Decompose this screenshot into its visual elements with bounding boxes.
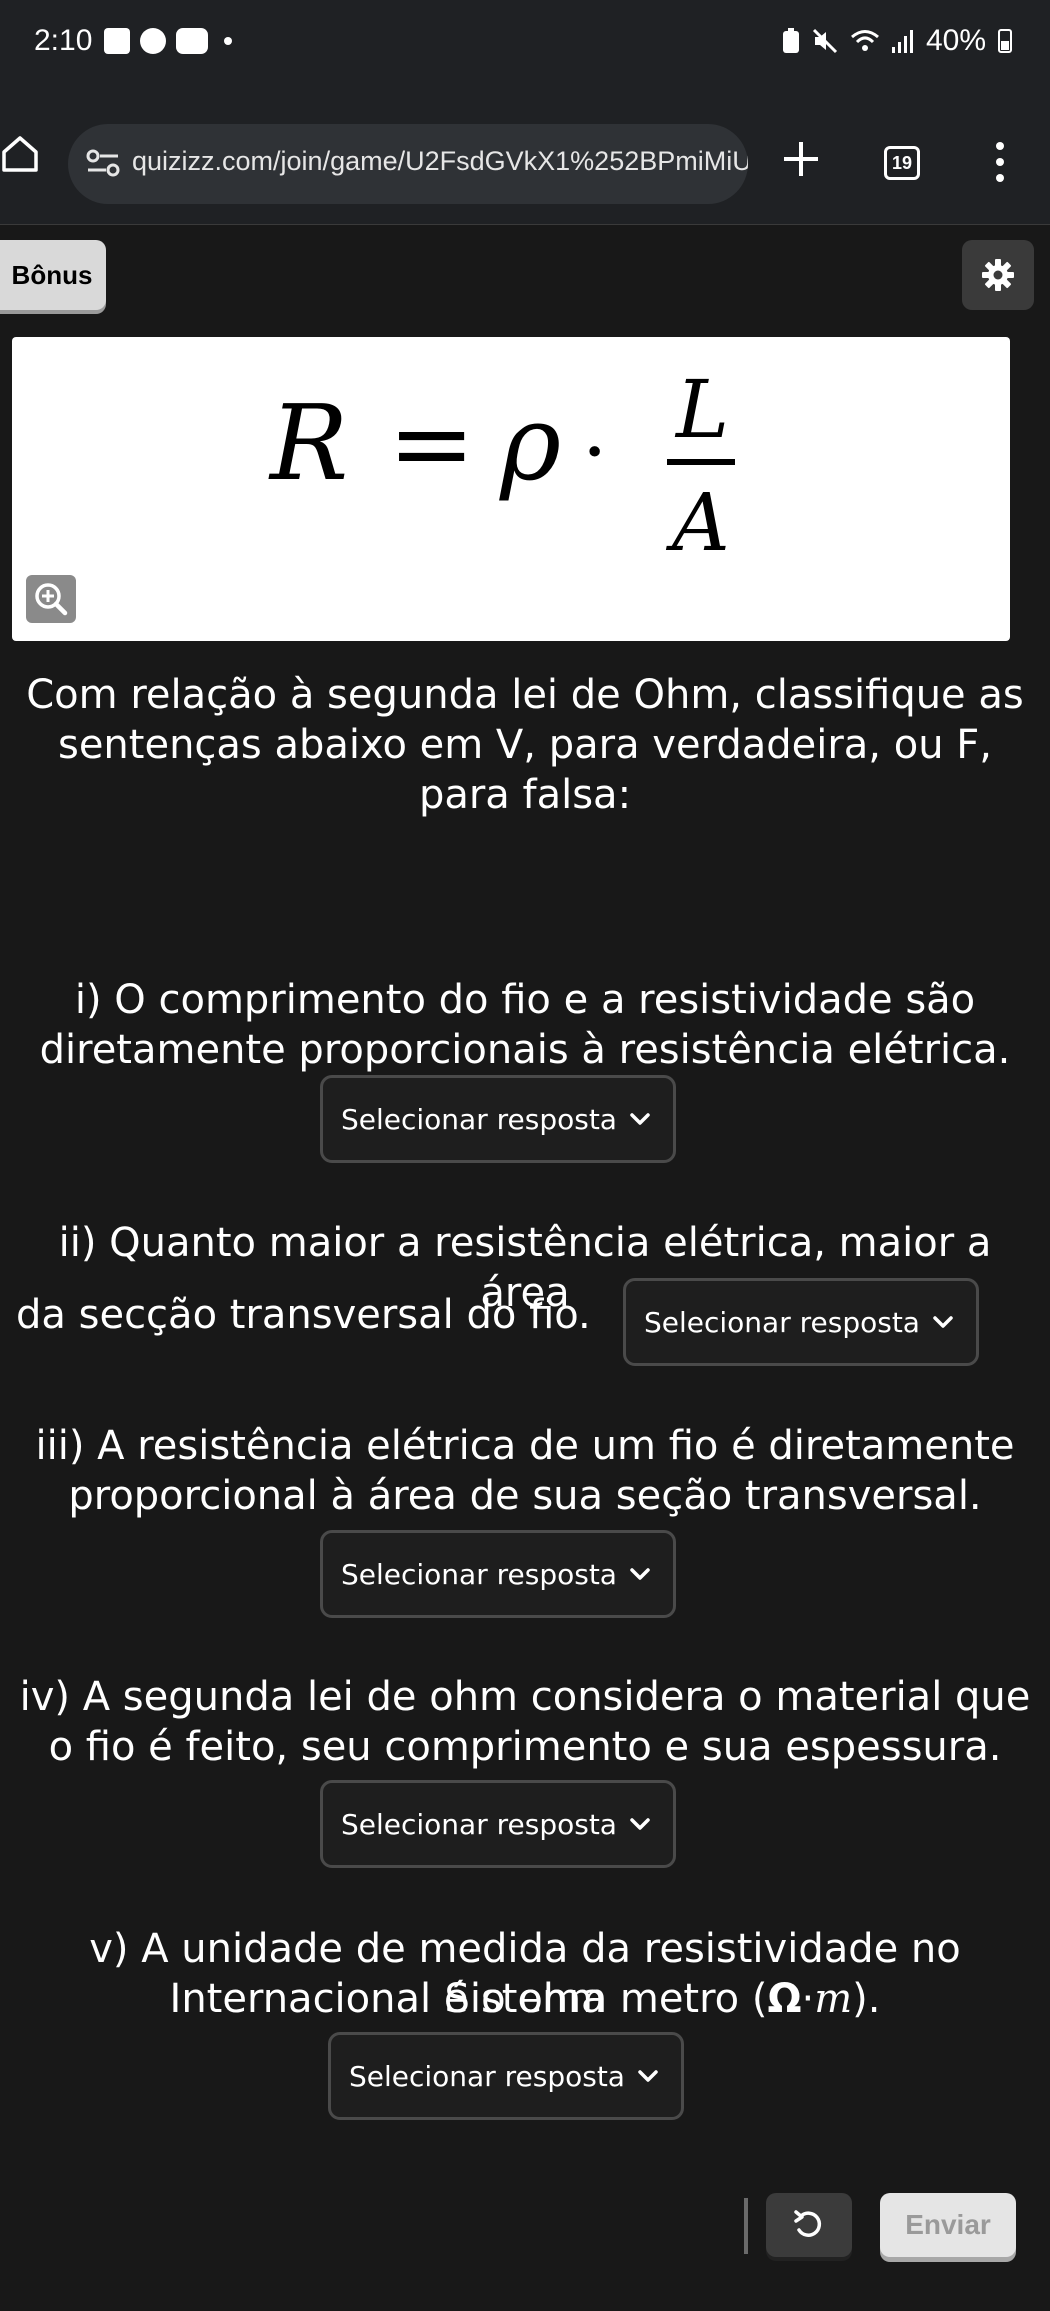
battery-saver-icon bbox=[782, 28, 799, 53]
question-text: Com relação à segunda lei de Ohm, classi… bbox=[26, 672, 1024, 818]
unit-omega: Ω bbox=[767, 1976, 802, 2022]
formula-denominator: A bbox=[665, 476, 730, 569]
select-label: Selecionar resposta bbox=[341, 1557, 617, 1591]
formula-dot: · bbox=[582, 405, 607, 498]
formula-rho: ρ bbox=[499, 382, 561, 504]
statement-v-suffix: ). bbox=[852, 1976, 881, 2022]
answer-select-iv[interactable]: Selecionar resposta bbox=[320, 1780, 676, 1868]
battery-percent: 40% bbox=[925, 24, 986, 57]
select-label: Selecionar resposta bbox=[349, 2059, 625, 2093]
status-time: 2:10 bbox=[34, 24, 93, 57]
browser-toolbar: quizizz.com/join/game/U2FsdGVkX1%252BPmi… bbox=[0, 90, 1050, 225]
signal-icon bbox=[891, 30, 913, 53]
unit-m: m bbox=[814, 1976, 853, 2022]
battery-icon bbox=[998, 29, 1012, 53]
browser-menu-icon[interactable] bbox=[994, 142, 1006, 182]
site-settings-icon[interactable] bbox=[86, 148, 120, 178]
reset-button[interactable] bbox=[766, 2193, 852, 2257]
formula-equals: = bbox=[388, 382, 475, 504]
youtube-icon bbox=[176, 28, 208, 54]
settings-button[interactable] bbox=[962, 240, 1034, 310]
statement-i: i) O comprimento do fio e a resistividad… bbox=[39, 977, 1011, 1073]
action-divider bbox=[744, 2198, 748, 2254]
status-notification-icons bbox=[104, 28, 232, 54]
statement-iv: iv) A segunda lei de ohm considera o mat… bbox=[19, 1674, 1031, 1770]
formula-r: R bbox=[268, 382, 348, 504]
zoom-in-icon bbox=[35, 583, 68, 616]
home-icon[interactable] bbox=[0, 134, 40, 174]
chevron-down-icon bbox=[638, 2070, 658, 2082]
tab-switcher-button[interactable]: 19 bbox=[884, 146, 920, 180]
answer-select-i[interactable]: Selecionar resposta bbox=[320, 1075, 676, 1163]
chevron-down-icon bbox=[630, 1818, 650, 1830]
statement-ii-line2: da secção transversal do fio. bbox=[16, 1292, 591, 1338]
statement-v-line2: Internacional é o ohm metro (Ω·m). bbox=[10, 1974, 1040, 2024]
unit-dot: · bbox=[801, 1976, 815, 2022]
select-label: Selecionar resposta bbox=[644, 1305, 920, 1339]
bonus-button[interactable]: Bônus bbox=[0, 240, 106, 310]
new-tab-icon[interactable] bbox=[780, 138, 822, 180]
wifi-icon bbox=[850, 30, 879, 51]
statement-iii: iii) A resistência elétrica de um fio é … bbox=[35, 1423, 1015, 1519]
dot-icon bbox=[224, 37, 232, 45]
answer-select-v[interactable]: Selecionar resposta bbox=[328, 2032, 684, 2120]
formula-numerator: L bbox=[674, 363, 729, 456]
answer-select-iii[interactable]: Selecionar resposta bbox=[320, 1530, 676, 1618]
formula-image: R = ρ · L A bbox=[12, 337, 1010, 641]
address-bar[interactable]: quizizz.com/join/game/U2FsdGVkX1%252BPmi… bbox=[68, 124, 748, 204]
status-bar: 2:10 40% bbox=[0, 0, 1050, 90]
undo-icon bbox=[794, 2210, 822, 2237]
submit-button[interactable]: Enviar bbox=[880, 2193, 1016, 2257]
zoom-image-button[interactable] bbox=[26, 575, 76, 623]
chevron-down-icon bbox=[933, 1316, 953, 1328]
gallery-icon bbox=[104, 28, 130, 54]
statement-v-prefix: Internacional é o ohm metro ( bbox=[169, 1976, 768, 2022]
mute-icon bbox=[812, 28, 838, 54]
facebook-icon bbox=[140, 28, 166, 54]
select-label: Selecionar resposta bbox=[341, 1102, 617, 1136]
select-label: Selecionar resposta bbox=[341, 1807, 617, 1841]
chevron-down-icon bbox=[630, 1113, 650, 1125]
answer-select-ii[interactable]: Selecionar resposta bbox=[623, 1278, 979, 1366]
gear-icon bbox=[982, 259, 1014, 291]
ohm-second-law-formula: R = ρ · L A bbox=[268, 363, 735, 569]
status-system-icons: 40% bbox=[782, 24, 1012, 58]
url-text: quizizz.com/join/game/U2FsdGVkX1%252BPmi… bbox=[132, 146, 748, 176]
chevron-down-icon bbox=[630, 1568, 650, 1580]
